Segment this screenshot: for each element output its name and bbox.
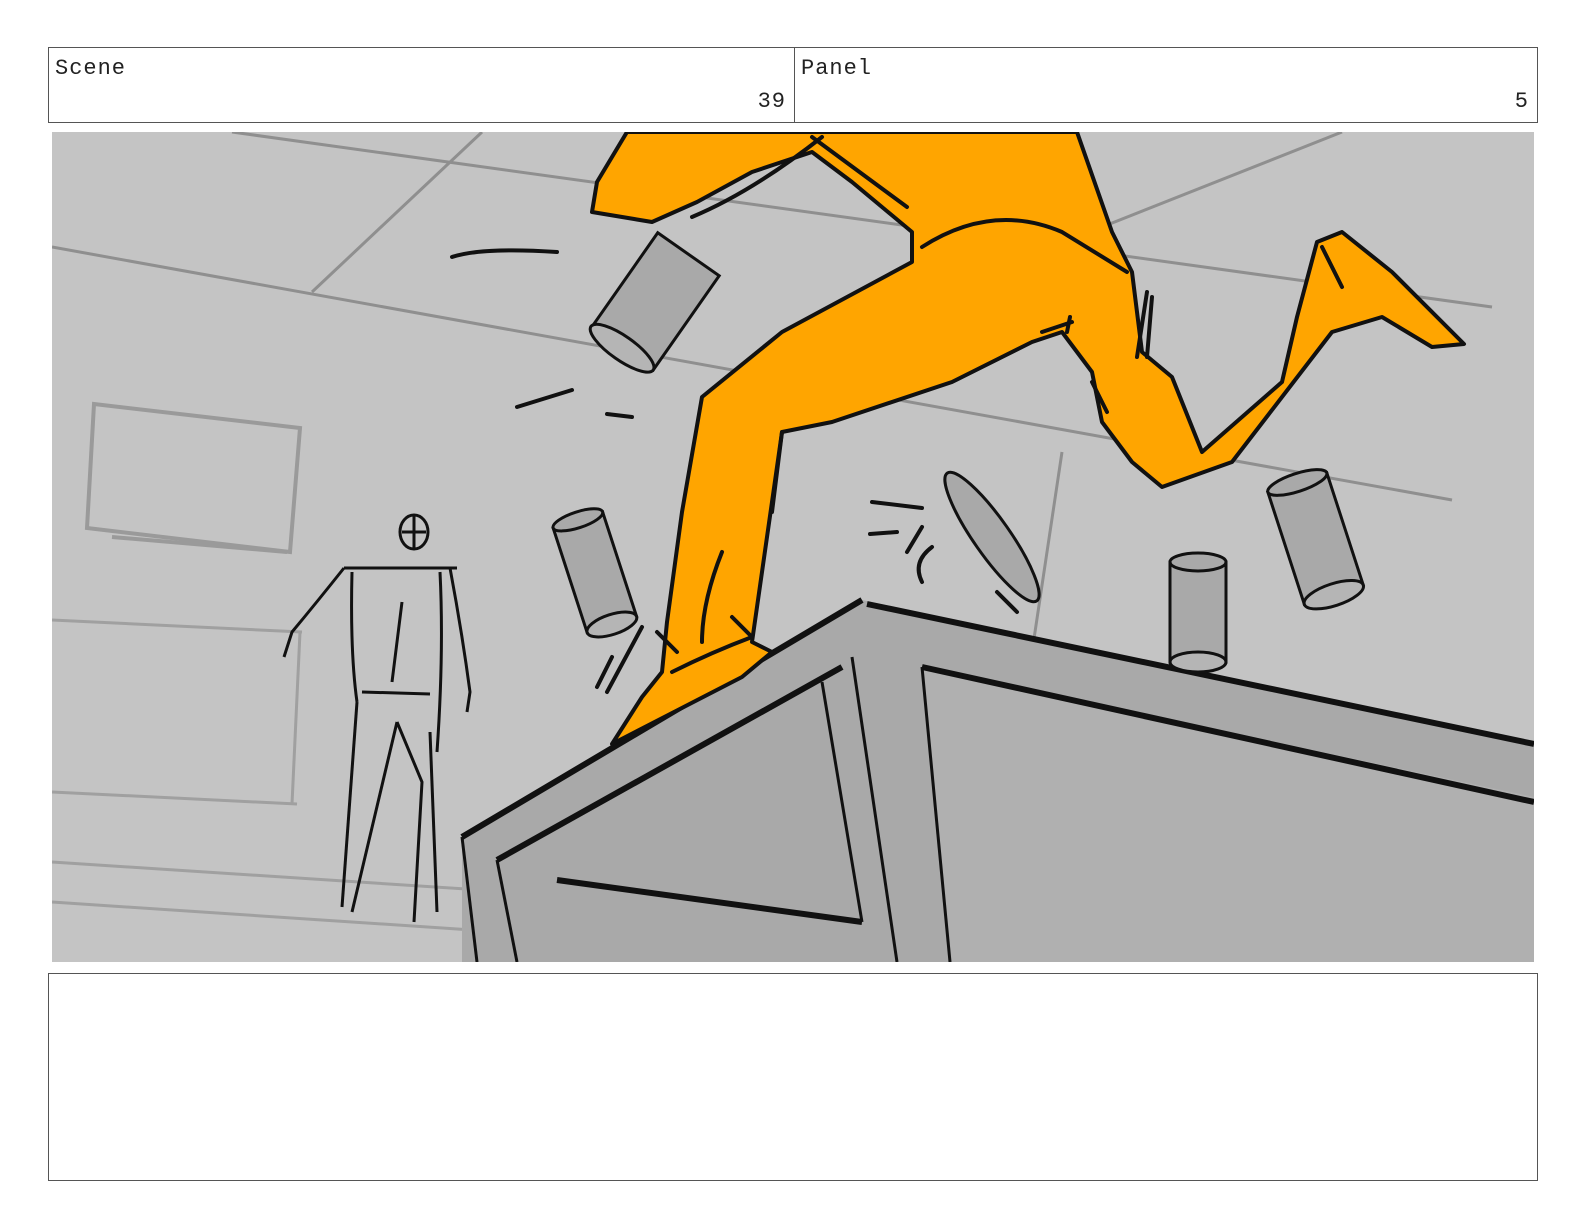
scene-cell: Scene 39 xyxy=(49,48,795,122)
storyboard-frame xyxy=(52,132,1534,962)
panel-label: Panel xyxy=(801,56,873,81)
scene-label: Scene xyxy=(55,56,127,81)
notes-box xyxy=(48,973,1538,1181)
panel-header: Scene 39 Panel 5 xyxy=(48,47,1538,123)
panel-cell: Panel 5 xyxy=(795,48,1537,122)
storyboard-sketch xyxy=(52,132,1534,962)
scene-number: 39 xyxy=(757,89,786,114)
panel-number: 5 xyxy=(1514,89,1529,114)
